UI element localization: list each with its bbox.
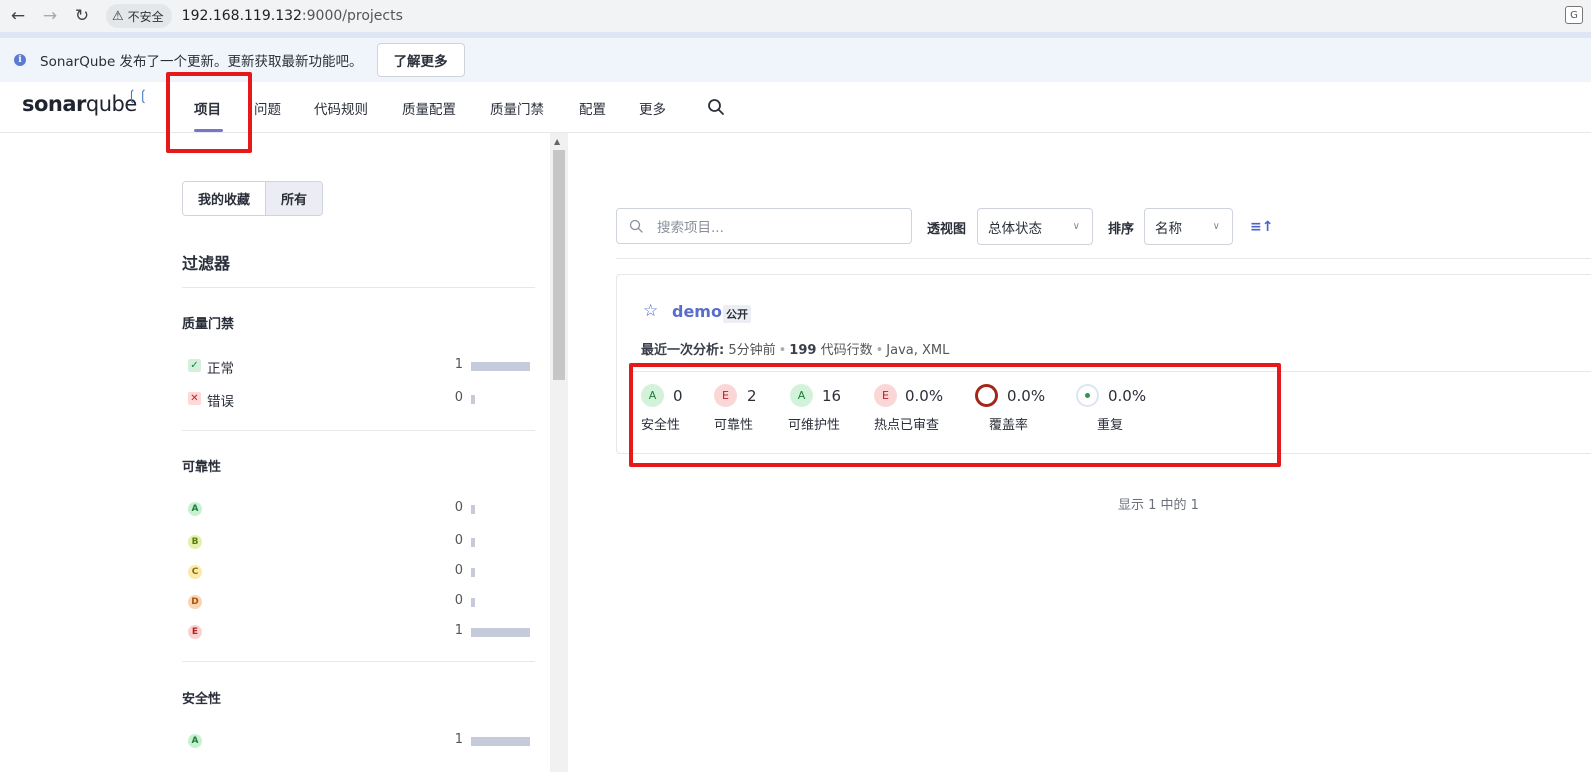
search-icon <box>629 219 643 233</box>
logo-text-bold: sonar <box>22 92 86 116</box>
grade-badge: C <box>188 565 202 579</box>
nav-quality-gates[interactable]: 质量门禁 <box>490 98 544 118</box>
sort-direction-icon[interactable]: ≡↑ <box>1250 219 1273 235</box>
warning-icon: ⚠ <box>112 8 124 24</box>
facet-bar <box>471 737 530 746</box>
facet-title-security[interactable]: 安全性 <box>182 688 221 707</box>
filters-title: 过滤器 <box>182 254 231 273</box>
search-placeholder: 搜索项目... <box>657 220 724 236</box>
highlight-box-projects-nav <box>166 72 252 153</box>
facet-title-reliability[interactable]: 可靠性 <box>182 456 221 475</box>
translate-icon[interactable]: G <box>1565 6 1583 24</box>
facet-row-grade-e[interactable]: E 1 <box>186 622 531 642</box>
facet-bar <box>471 505 475 514</box>
perspective-value: 总体状态 <box>988 220 1042 237</box>
facet-bar <box>471 598 475 607</box>
address-bar[interactable]: ⚠ 不安全 192.168.119.132:9000/projects <box>106 3 403 29</box>
perspective-select[interactable]: 总体状态 ∨ <box>977 208 1093 245</box>
facet-count: 0 <box>454 390 463 405</box>
languages: Java, XML <box>886 343 950 358</box>
back-icon[interactable]: ← <box>4 2 32 30</box>
cross-icon: ✕ <box>188 392 201 405</box>
separator-dot: • <box>875 343 884 358</box>
facet-bar <box>471 628 530 637</box>
all-toggle[interactable]: 所有 <box>266 182 323 215</box>
facet-bar <box>471 395 475 404</box>
facet-count: 1 <box>454 623 463 638</box>
facet-count: 1 <box>454 357 463 372</box>
facet-label: 正常 <box>207 361 234 377</box>
info-icon: i <box>14 54 26 66</box>
learn-more-button[interactable]: 了解更多 <box>376 43 465 77</box>
scroll-up-arrow-icon[interactable]: ▲ <box>554 137 560 146</box>
sonarqube-logo[interactable]: sonarqube ❲❲ <box>22 88 149 116</box>
facet-row-grade-c[interactable]: C 0 <box>186 562 531 582</box>
facet-bar <box>471 538 475 547</box>
favorites-toggle[interactable]: 我的收藏 <box>183 182 267 215</box>
last-analysis-value: 5分钟前 <box>728 343 776 358</box>
divider <box>182 661 535 662</box>
nav-more[interactable]: 更多 <box>639 98 666 118</box>
last-analysis-label: 最近一次分析: <box>641 343 725 358</box>
search-icon[interactable] <box>707 98 725 116</box>
chevron-down-icon: ∨ <box>1212 221 1220 232</box>
sort-label: 排序 <box>1108 222 1135 237</box>
nav-quality-profiles[interactable]: 质量配置 <box>402 98 456 118</box>
divider <box>616 258 1591 259</box>
grade-badge: A <box>188 502 202 516</box>
facet-count: 0 <box>454 533 463 548</box>
project-search-input[interactable]: 搜索项目... <box>616 208 912 244</box>
favorites-all-toggle: 我的收藏 所有 <box>182 181 324 216</box>
highlight-box-metrics <box>629 363 1281 467</box>
perspective-label: 透视图 <box>927 222 967 237</box>
grade-badge: D <box>188 595 202 609</box>
nav-issues[interactable]: 问题 <box>254 98 281 118</box>
check-icon: ✓ <box>188 359 201 372</box>
browser-toolbar: ← → ↻ ⚠ 不安全 192.168.119.132:9000/project… <box>0 0 1591 32</box>
insecure-chip[interactable]: ⚠ 不安全 <box>106 4 172 28</box>
loc-value: 199 <box>789 343 817 358</box>
insecure-label: 不安全 <box>127 9 164 24</box>
loc-label: 代码行数 <box>820 343 873 358</box>
logo-waves-icon: ❲❲ <box>126 88 149 104</box>
facet-count: 1 <box>454 732 463 747</box>
facet-count: 0 <box>454 593 463 608</box>
url-host: 192.168.119.132 <box>181 8 302 24</box>
facet-row-grade-a[interactable]: A 0 <box>186 499 531 519</box>
url-path: :9000/projects <box>301 8 403 24</box>
chevron-down-icon: ∨ <box>1072 221 1080 232</box>
facet-count: 0 <box>454 563 463 578</box>
pagination-info: 显示 1 中的 1 <box>1118 498 1199 513</box>
grade-badge: B <box>188 535 202 549</box>
grade-badge: A <box>188 734 202 748</box>
nav-rules[interactable]: 代码规则 <box>314 98 368 118</box>
facet-row-passed[interactable]: ✓ 正常 1 <box>186 356 531 377</box>
facet-row-failed[interactable]: ✕ 错误 0 <box>186 389 531 410</box>
banner-message: SonarQube 发布了一个更新。更新获取最新功能吧。 <box>40 54 363 70</box>
facet-count: 0 <box>454 500 463 515</box>
reload-icon[interactable]: ↻ <box>68 2 96 30</box>
sort-value: 名称 <box>1155 220 1182 237</box>
facet-title-quality-gate[interactable]: 质量门禁 <box>182 313 234 332</box>
sort-select[interactable]: 名称 ∨ <box>1144 208 1233 245</box>
divider <box>182 430 535 431</box>
facet-bar <box>471 362 530 371</box>
sidebar-scrollbar-thumb[interactable] <box>553 150 565 380</box>
facet-row-grade-b[interactable]: B 0 <box>186 532 531 552</box>
grade-badge: E <box>188 625 202 639</box>
facet-row-grade-d[interactable]: D 0 <box>186 592 531 612</box>
divider <box>182 287 535 288</box>
filters-sidebar <box>166 133 568 772</box>
separator-dot: • <box>778 343 787 358</box>
project-meta: 最近一次分析: 5分钟前 • 199 代码行数 • Java, XML <box>641 339 949 358</box>
nav-administration[interactable]: 配置 <box>579 98 606 118</box>
project-name-link[interactable]: demo <box>672 302 722 321</box>
forward-icon[interactable]: → <box>36 2 64 30</box>
facet-label: 错误 <box>207 394 234 410</box>
visibility-badge: 公开 <box>723 305 751 323</box>
star-icon[interactable]: ☆ <box>643 301 658 321</box>
facet-bar <box>471 568 475 577</box>
facet-row-grade-a[interactable]: A 1 <box>186 731 531 751</box>
